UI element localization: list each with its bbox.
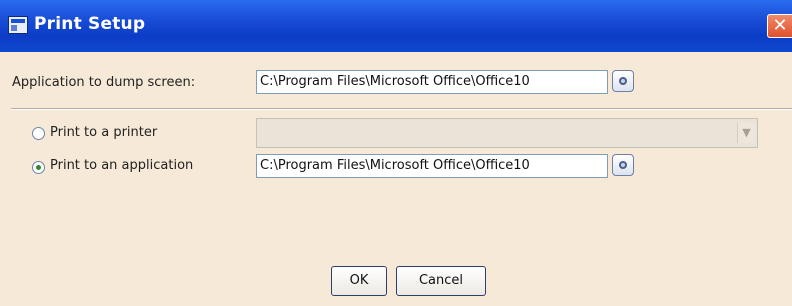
dump-screen-path-field[interactable]: C:\Program Files\Microsoft Office\Office… <box>256 70 608 94</box>
ok-button[interactable]: OK <box>331 266 387 296</box>
dump-screen-path-value: C:\Program Files\Microsoft Office\Office… <box>260 74 530 89</box>
dump-screen-label: Application to dump screen: <box>12 75 196 90</box>
browse-icon <box>619 77 627 85</box>
chevron-down-icon[interactable]: ▼ <box>737 123 755 143</box>
print-to-printer-label[interactable]: Print to a printer <box>50 125 157 140</box>
browse-icon <box>619 161 627 169</box>
print-to-application-label[interactable]: Print to an application <box>50 158 193 173</box>
window-title: Print Setup <box>34 14 146 34</box>
print-to-printer-radio[interactable] <box>32 127 45 140</box>
cancel-button[interactable]: Cancel <box>396 266 486 296</box>
dump-screen-browse-button[interactable] <box>612 70 634 92</box>
close-icon: ✕ <box>772 15 788 36</box>
print-to-application-radio[interactable] <box>32 161 45 174</box>
section-divider <box>11 108 792 110</box>
print-setup-dialog: Print Setup ✕ Application to dump screen… <box>0 0 792 306</box>
application-path-field[interactable]: C:\Program Files\Microsoft Office\Office… <box>256 154 608 178</box>
application-path-value: C:\Program Files\Microsoft Office\Office… <box>260 158 530 173</box>
window-app-icon <box>8 16 28 34</box>
close-button[interactable]: ✕ <box>767 14 792 38</box>
title-bar: Print Setup ✕ <box>0 0 792 52</box>
printer-select[interactable]: ▼ <box>256 118 758 148</box>
application-browse-button[interactable] <box>612 154 634 176</box>
